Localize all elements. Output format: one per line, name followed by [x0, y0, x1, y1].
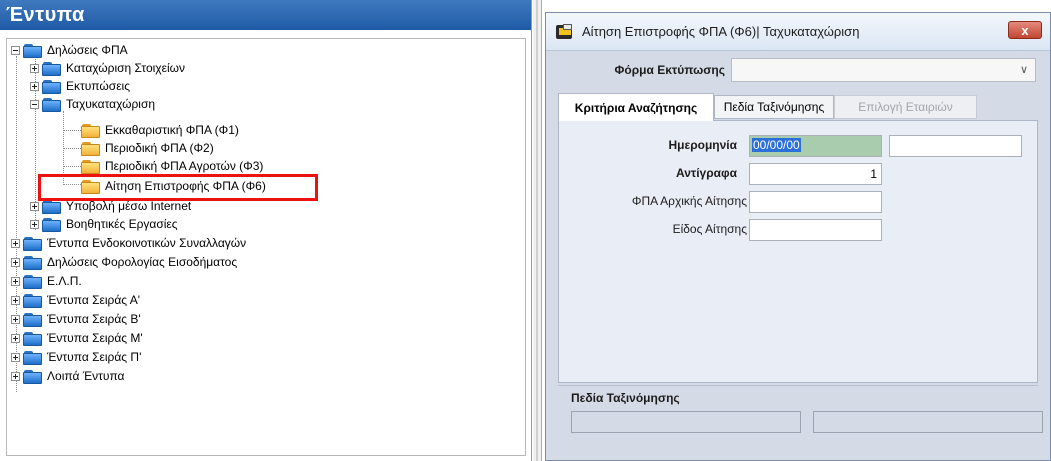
- forms-panel: Έντυπα Δηλώσεις ΦΠΑ Καταχώριση Στοιχείων…: [0, 0, 532, 461]
- tree-item-prints[interactable]: Εκτυπώσεις: [30, 77, 130, 95]
- tree-item-label: Περιοδική ΦΠΑ (Φ2): [105, 141, 214, 155]
- section-divider: [558, 385, 1038, 386]
- tab-company-selection: Επιλογή Εταιριών: [834, 95, 977, 119]
- tree-item-series-m[interactable]: Έντυπα Σειράς Μ': [11, 329, 143, 347]
- tab-sort-fields[interactable]: Πεδία Ταξινόμησης: [714, 95, 834, 119]
- tree-item-label: Δηλώσεις Φορολογίας Εισοδήματος: [47, 255, 238, 269]
- tree-connector: [63, 130, 81, 131]
- tree-item-elp[interactable]: Ε.Λ.Π.: [11, 272, 82, 290]
- folder-icon: [23, 236, 43, 251]
- expand-icon[interactable]: [30, 201, 39, 211]
- tree-item-label: Εκκαθαριστική ΦΠΑ (Φ1): [105, 123, 239, 137]
- folder-icon: [23, 350, 43, 365]
- tree-item-label: Έντυπα Σειράς Μ': [47, 331, 143, 345]
- sort-field-2: [813, 411, 1043, 433]
- folder-icon: [23, 293, 43, 308]
- tree-connector: [63, 148, 81, 149]
- date-value: 00/00/00: [752, 138, 801, 152]
- folder-icon: [81, 141, 101, 156]
- sort-fields-label: Πεδία Ταξινόμησης: [571, 391, 680, 405]
- expand-icon[interactable]: [30, 81, 39, 91]
- tree-item-f3[interactable]: Περιοδική ΦΠΑ Αγροτών (Φ3): [81, 157, 263, 175]
- tree-item-label: Καταχώριση Στοιχείων: [66, 61, 185, 75]
- tree-item-label: Δηλώσεις ΦΠΑ: [47, 43, 128, 57]
- tree-item-income-tax[interactable]: Δηλώσεις Φορολογίας Εισοδήματος: [11, 253, 237, 271]
- sort-field-1: [571, 411, 801, 433]
- tree-item-f1[interactable]: Εκκαθαριστική ΦΠΑ (Φ1): [81, 121, 239, 139]
- tree-connector: [63, 166, 81, 167]
- expand-icon[interactable]: [11, 276, 20, 286]
- tree-item-intra-community[interactable]: Έντυπα Ενδοκοινοτικών Συναλλαγών: [11, 234, 246, 252]
- tree-item-label: Έντυπα Σειράς Β': [47, 312, 141, 326]
- expand-icon[interactable]: [11, 257, 20, 267]
- expand-icon[interactable]: [30, 63, 39, 73]
- copies-field[interactable]: 1: [749, 163, 882, 185]
- tree-item-series-p[interactable]: Έντυπα Σειράς Π': [11, 348, 141, 366]
- folder-icon: [23, 43, 43, 58]
- date-field[interactable]: 00/00/00: [749, 135, 882, 157]
- tree-item-quick-entry[interactable]: Ταχυκαταχώριση: [30, 95, 155, 113]
- expand-icon[interactable]: [11, 371, 20, 381]
- tree-item-label: Έντυπα Σειράς Π': [47, 350, 142, 364]
- folder-icon: [23, 255, 43, 270]
- tree-item-label: Λοιπά Έντυπα: [47, 369, 125, 383]
- expand-icon[interactable]: [11, 314, 20, 324]
- highlight-frame: [38, 174, 318, 201]
- tree-item-label: Ταχυκαταχώριση: [66, 97, 156, 111]
- dialog-title: Αίτηση Επιστροφής ΦΠΑ (Φ6)| Ταχυκαταχώρι…: [582, 24, 860, 39]
- folder-icon: [81, 123, 101, 138]
- request-type-field[interactable]: [749, 219, 882, 241]
- tree-item-label: Έντυπα Ενδοκοινοτικών Συναλλαγών: [47, 236, 247, 250]
- tree-item-vat-declarations[interactable]: Δηλώσεις ΦΠΑ: [11, 41, 128, 59]
- tree-item-series-a[interactable]: Έντυπα Σειράς Α': [11, 291, 140, 309]
- date-extra-field[interactable]: [889, 135, 1022, 157]
- chevron-down-icon[interactable]: ∨: [1020, 63, 1028, 76]
- folder-icon: [23, 312, 43, 327]
- request-type-label: Είδος Αίτησης: [672, 222, 747, 236]
- initial-vat-field[interactable]: [749, 191, 882, 213]
- forms-tree[interactable]: Δηλώσεις ΦΠΑ Καταχώριση Στοιχείων Εκτυπώ…: [6, 38, 526, 456]
- folder-icon: [42, 61, 62, 76]
- tree-item-label: Έντυπα Σειράς Α': [47, 293, 141, 307]
- expand-icon[interactable]: [11, 238, 20, 248]
- forms-panel-title: Έντυπα: [0, 0, 531, 30]
- folder-icon: [23, 274, 43, 289]
- printer-icon: [556, 23, 574, 41]
- print-form-label: Φόρμα Εκτύπωσης: [614, 63, 725, 77]
- expand-icon[interactable]: [11, 333, 20, 343]
- tree-item-label: Εκτυπώσεις: [66, 79, 130, 93]
- panel-splitter[interactable]: [533, 0, 542, 461]
- folder-icon: [23, 331, 43, 346]
- date-label: Ημερομηνία: [668, 138, 737, 152]
- folder-icon: [81, 159, 101, 174]
- tree-item-f2[interactable]: Περιοδική ΦΠΑ (Φ2): [81, 139, 214, 157]
- tree-item-label: Ε.Λ.Π.: [47, 274, 82, 288]
- folder-icon: [42, 217, 62, 232]
- expand-icon[interactable]: [11, 295, 20, 305]
- folder-icon: [42, 79, 62, 94]
- search-criteria-panel: Ημερομηνία 00/00/00 Αντίγραφα 1 ΦΠΑ Αρχι…: [558, 120, 1038, 383]
- tree-item-label: Περιοδική ΦΠΑ Αγροτών (Φ3): [105, 159, 264, 173]
- tree-item-other-forms[interactable]: Λοιπά Έντυπα: [11, 367, 125, 385]
- print-form-select[interactable]: ∨: [731, 58, 1036, 82]
- quick-entry-dialog: Αίτηση Επιστροφής ΦΠΑ (Φ6)| Ταχυκαταχώρι…: [545, 12, 1051, 461]
- collapse-icon[interactable]: [30, 99, 39, 109]
- tab-search-criteria[interactable]: Κριτήρια Αναζήτησης: [558, 93, 714, 121]
- tree-item-series-b[interactable]: Έντυπα Σειράς Β': [11, 310, 141, 328]
- initial-vat-label: ΦΠΑ Αρχικής Αίτησης: [631, 194, 747, 208]
- tree-item-data-entry[interactable]: Καταχώριση Στοιχείων: [30, 59, 185, 77]
- folder-icon: [23, 369, 43, 384]
- tree-item-label: Βοηθητικές Εργασίες: [66, 217, 178, 231]
- close-button[interactable]: x: [1008, 21, 1042, 39]
- copies-label: Αντίγραφα: [675, 166, 737, 180]
- folder-icon: [42, 97, 62, 112]
- tree-item-label: Υποβολή μέσω Internet: [66, 199, 192, 213]
- tree-item-auxiliary-tasks[interactable]: Βοηθητικές Εργασίες: [30, 215, 178, 233]
- expand-icon[interactable]: [30, 219, 39, 229]
- collapse-icon[interactable]: [11, 45, 20, 55]
- expand-icon[interactable]: [11, 352, 20, 362]
- dialog-titlebar[interactable]: Αίτηση Επιστροφής ΦΠΑ (Φ6)| Ταχυκαταχώρι…: [546, 13, 1050, 51]
